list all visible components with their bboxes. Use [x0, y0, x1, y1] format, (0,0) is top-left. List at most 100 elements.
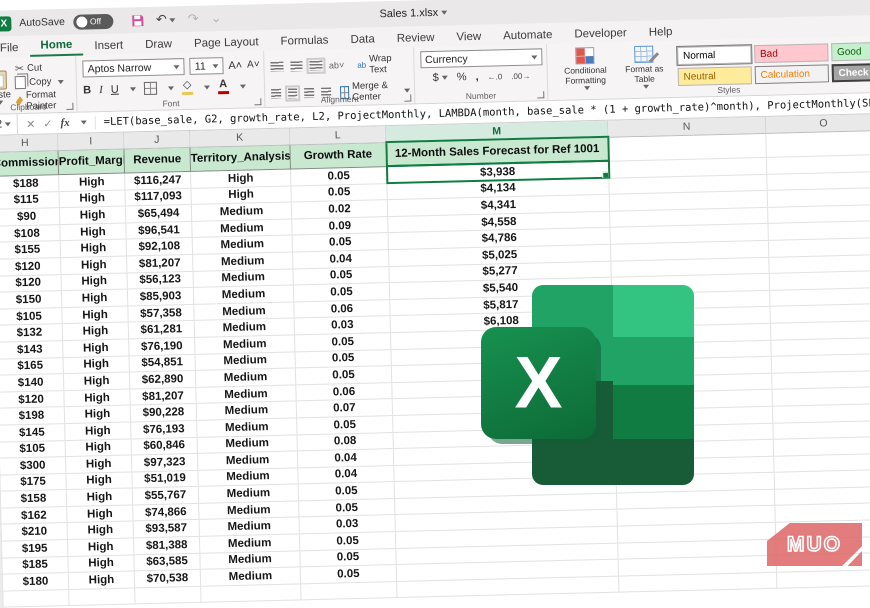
cell[interactable] [3, 589, 69, 607]
cell[interactable] [619, 572, 777, 592]
cell[interactable]: $185 [2, 556, 68, 574]
decrease-decimal-icon[interactable]: .00→ [511, 71, 530, 80]
cell[interactable]: $61,281 [128, 321, 194, 339]
cell[interactable]: $65,494 [125, 205, 191, 223]
column-header-J[interactable]: J [124, 131, 190, 149]
cell[interactable]: $150 [0, 291, 62, 309]
cell[interactable]: $90,228 [130, 404, 196, 422]
number-format-select[interactable]: Currency [420, 48, 542, 68]
cell[interactable]: $92,108 [126, 238, 192, 256]
column-header-H[interactable]: H [0, 134, 58, 152]
tab-automate[interactable]: Automate [492, 26, 564, 46]
cell[interactable]: $81,207 [130, 387, 196, 405]
cancel-icon[interactable]: ✕ [26, 117, 36, 130]
cell[interactable]: $145 [0, 423, 65, 441]
bold-button[interactable]: B [83, 84, 91, 96]
cell[interactable]: High [67, 505, 133, 523]
cell[interactable]: High [67, 538, 133, 556]
cell[interactable]: $62,890 [129, 371, 195, 389]
tab-developer[interactable]: Developer [563, 24, 638, 44]
cell[interactable]: High [65, 438, 131, 456]
cell[interactable]: $63,585 [134, 553, 200, 571]
cell[interactable]: $56,123 [127, 271, 193, 289]
cell[interactable]: $165 [0, 357, 63, 375]
header-cell[interactable]: Revenue [124, 147, 191, 173]
cell[interactable]: High [59, 190, 125, 208]
cell[interactable]: $120 [0, 390, 64, 408]
cell[interactable]: $81,207 [127, 254, 193, 272]
cell[interactable]: $57,358 [128, 304, 194, 322]
style-normal[interactable]: Normal [677, 45, 751, 65]
cell[interactable]: $158 [0, 490, 66, 508]
tab-home[interactable]: Home [29, 36, 83, 57]
accounting-format-icon[interactable]: $ [432, 72, 447, 84]
cell[interactable]: High [68, 555, 134, 573]
cell[interactable]: High [61, 289, 127, 307]
cell[interactable]: High [63, 339, 129, 357]
cell[interactable]: High [65, 455, 131, 473]
tab-formulas[interactable]: Formulas [269, 31, 339, 51]
align-bottom-icon[interactable] [309, 61, 322, 71]
tab-help[interactable]: Help [638, 23, 684, 42]
customize-qat-icon[interactable]: ⌄ [210, 10, 221, 26]
orientation-icon[interactable]: ab˅ [329, 60, 345, 70]
tab-insert[interactable]: Insert [83, 36, 134, 55]
font-color-icon[interactable]: A [218, 79, 229, 94]
style-bad[interactable]: Bad [754, 43, 828, 63]
style-good[interactable]: Good [831, 41, 870, 61]
alignment-dialog-launcher-icon[interactable] [404, 95, 411, 102]
cell[interactable]: $117,093 [125, 188, 191, 206]
cell[interactable]: $76,193 [131, 420, 197, 438]
cell[interactable]: High [61, 273, 127, 291]
cell[interactable]: $162 [1, 506, 67, 524]
clipboard-dialog-launcher-icon[interactable] [67, 103, 74, 110]
cell[interactable]: $108 [0, 224, 60, 242]
tab-draw[interactable]: Draw [134, 35, 183, 54]
font-name-select[interactable]: Aptos Narrow [82, 58, 185, 77]
tab-review[interactable]: Review [386, 29, 446, 48]
font-dialog-launcher-icon[interactable] [254, 98, 261, 105]
cell[interactable]: High [62, 322, 128, 340]
header-cell[interactable]: Growth Rate [290, 142, 387, 168]
cell[interactable]: $60,846 [131, 437, 197, 455]
number-dialog-launcher-icon[interactable] [537, 91, 544, 98]
cell[interactable]: High [59, 173, 125, 192]
tab-file[interactable]: File [0, 39, 30, 58]
cell[interactable]: High [63, 372, 129, 390]
format-as-table-button[interactable]: Format as Table [620, 45, 669, 89]
italic-button[interactable]: I [99, 84, 103, 96]
cell[interactable]: $76,190 [129, 337, 195, 355]
insert-function-icon[interactable]: fx [60, 117, 69, 129]
comma-style-icon[interactable]: , [475, 71, 478, 83]
cell[interactable]: $116,247 [125, 171, 191, 190]
enter-icon[interactable]: ✓ [43, 117, 53, 130]
cell[interactable]: $180 [2, 573, 68, 591]
cell[interactable]: $51,019 [132, 470, 198, 488]
style-check-cell[interactable]: Check Cell [831, 62, 870, 82]
cell[interactable] [135, 586, 201, 604]
redo-icon[interactable]: ↷ [188, 11, 199, 27]
cell[interactable]: $132 [0, 324, 63, 342]
cell[interactable]: $55,767 [132, 487, 198, 505]
cell[interactable]: $97,323 [131, 453, 197, 471]
wrap-text-button[interactable]: abWrap Text [357, 53, 409, 76]
cell[interactable]: High [60, 223, 126, 241]
cell[interactable]: $175 [0, 473, 66, 491]
cell[interactable]: $143 [0, 341, 63, 359]
cell[interactable]: $120 [0, 258, 61, 276]
font-size-select[interactable]: 11 [190, 57, 224, 75]
increase-decimal-icon[interactable]: ←.0 [487, 72, 502, 81]
cell[interactable]: $210 [1, 523, 67, 541]
cell[interactable] [766, 130, 870, 157]
decrease-font-icon[interactable]: A˅ [247, 59, 260, 70]
cell[interactable]: High [67, 521, 133, 539]
fill-color-icon[interactable]: ◇ [182, 80, 193, 95]
name-box[interactable]: M2 [0, 114, 18, 135]
cell[interactable]: $155 [0, 241, 61, 259]
percent-style-icon[interactable]: % [457, 71, 467, 83]
fill-handle[interactable] [602, 171, 609, 178]
cell[interactable]: $140 [0, 374, 64, 392]
header-cell[interactable]: Commission [0, 150, 59, 176]
cell[interactable]: $90 [0, 208, 60, 226]
tab-view[interactable]: View [445, 28, 492, 47]
